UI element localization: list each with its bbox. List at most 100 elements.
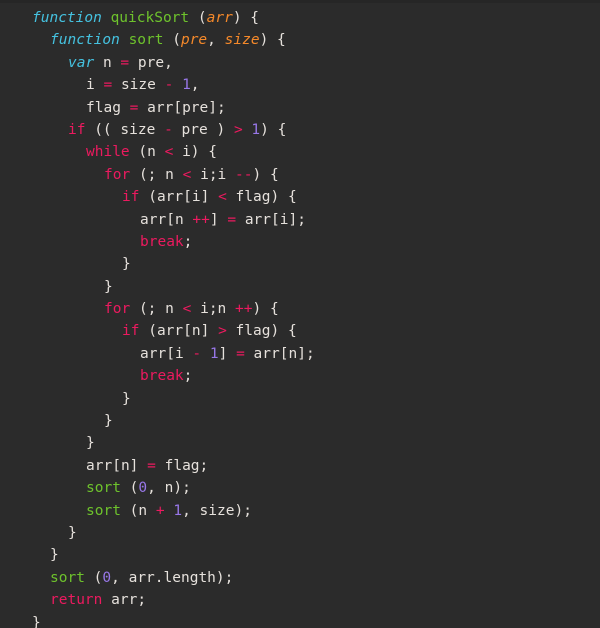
token-plain: flag bbox=[86, 99, 121, 116]
token-plain: flag bbox=[235, 189, 271, 206]
code-line[interactable]: var n = pre, bbox=[0, 52, 600, 74]
code-line[interactable]: } bbox=[0, 522, 600, 544]
code-line[interactable]: } bbox=[0, 410, 600, 432]
token-punct: } bbox=[68, 524, 77, 541]
code-line[interactable]: flag = arr[pre]; bbox=[0, 97, 600, 119]
token-op: > bbox=[233, 121, 243, 138]
window-top-edge bbox=[0, 0, 600, 3]
code-line[interactable]: function quickSort (arr) { bbox=[0, 7, 600, 29]
token-punct: , bbox=[111, 569, 120, 586]
code-line[interactable]: arr[n] = flag; bbox=[0, 455, 600, 477]
code-line[interactable]: for (; n < i;n ++) { bbox=[0, 298, 600, 320]
code-line[interactable]: if (arr[n] > flag) { bbox=[0, 320, 600, 342]
code-line[interactable]: break; bbox=[0, 231, 600, 253]
code-line[interactable]: } bbox=[0, 432, 600, 454]
code-line[interactable]: return arr; bbox=[0, 589, 600, 611]
token-plain: i bbox=[217, 166, 227, 183]
token-op: = bbox=[120, 54, 130, 71]
code-line[interactable]: } bbox=[0, 388, 600, 410]
token-punct: ] bbox=[288, 211, 298, 228]
token-op: ++ bbox=[235, 301, 253, 318]
token-punct: { bbox=[277, 121, 287, 138]
token-fn: quickSort bbox=[110, 10, 190, 26]
token-punct: } bbox=[104, 413, 113, 430]
token-plain: arr bbox=[140, 211, 167, 228]
token-punct: ) bbox=[190, 144, 200, 161]
token-punct: (; bbox=[138, 301, 157, 318]
code-editor-surface[interactable]: function quickSort (arr) {function sort … bbox=[0, 0, 600, 628]
code-line[interactable]: } bbox=[0, 612, 600, 628]
code-line[interactable]: function sort (pre, size) { bbox=[0, 29, 600, 51]
code-line[interactable]: sort (0, arr.length); bbox=[0, 567, 600, 589]
code-line[interactable]: while (n < i) { bbox=[0, 141, 600, 163]
code-line[interactable]: arr[n ++] = arr[i]; bbox=[0, 209, 600, 231]
token-num: 1 bbox=[173, 502, 183, 519]
token-op: = bbox=[147, 457, 156, 474]
code-line[interactable]: } bbox=[0, 253, 600, 275]
token-punct: ; bbox=[137, 592, 147, 609]
source-code-block[interactable]: function quickSort (arr) {function sort … bbox=[0, 7, 600, 628]
code-line[interactable]: break; bbox=[0, 365, 600, 387]
token-fn: sort bbox=[86, 502, 121, 519]
token-punct: ( bbox=[148, 323, 157, 340]
code-line[interactable]: if (arr[i] < flag) { bbox=[0, 186, 600, 208]
token-punct: } bbox=[122, 390, 131, 407]
token-punct: ) bbox=[215, 569, 225, 586]
token-punct: { bbox=[287, 189, 297, 206]
token-punct: { bbox=[277, 32, 286, 49]
token-punct: . bbox=[154, 569, 164, 586]
token-punct: ( bbox=[197, 10, 207, 26]
token-plain: size bbox=[199, 502, 235, 519]
token-punct: [ bbox=[183, 323, 192, 340]
token-punct: , bbox=[207, 32, 216, 49]
token-plain: n bbox=[217, 301, 227, 318]
token-punct: { bbox=[250, 10, 260, 26]
token-punct: ; bbox=[208, 301, 218, 318]
token-punct: [ bbox=[166, 211, 175, 228]
token-kw: for bbox=[104, 166, 131, 183]
code-line[interactable]: if (( size - pre ) > 1) { bbox=[0, 119, 600, 141]
code-line[interactable]: sort (n + 1, size); bbox=[0, 500, 600, 522]
token-punct: ] bbox=[297, 345, 306, 362]
token-kw: if bbox=[122, 323, 140, 340]
token-punct: } bbox=[32, 614, 41, 628]
token-punct: , bbox=[147, 480, 156, 497]
token-plain: arr bbox=[156, 323, 184, 340]
code-line[interactable]: for (; n < i;i --) { bbox=[0, 164, 600, 186]
code-line[interactable]: i = size - 1, bbox=[0, 74, 600, 96]
token-punct: [ bbox=[271, 211, 280, 228]
code-line[interactable]: arr[i - 1] = arr[n]; bbox=[0, 343, 600, 365]
token-plain: arr bbox=[253, 345, 280, 362]
token-op: ++ bbox=[192, 211, 210, 228]
token-punct: [ bbox=[183, 189, 192, 206]
token-punct: ) bbox=[252, 166, 262, 183]
token-kw: break bbox=[140, 368, 184, 385]
token-plain: i bbox=[200, 301, 209, 318]
token-plain: n bbox=[120, 457, 130, 474]
token-fn: sort bbox=[128, 32, 164, 49]
code-line[interactable]: sort (0, n); bbox=[0, 477, 600, 499]
token-punct: } bbox=[50, 547, 59, 564]
token-param: pre bbox=[180, 32, 208, 49]
token-plain: i bbox=[200, 166, 209, 183]
token-punct: [ bbox=[166, 345, 175, 362]
token-punct: ) bbox=[259, 32, 269, 49]
code-line[interactable]: } bbox=[0, 544, 600, 566]
code-line[interactable]: } bbox=[0, 276, 600, 298]
token-plain: flag bbox=[235, 323, 271, 340]
